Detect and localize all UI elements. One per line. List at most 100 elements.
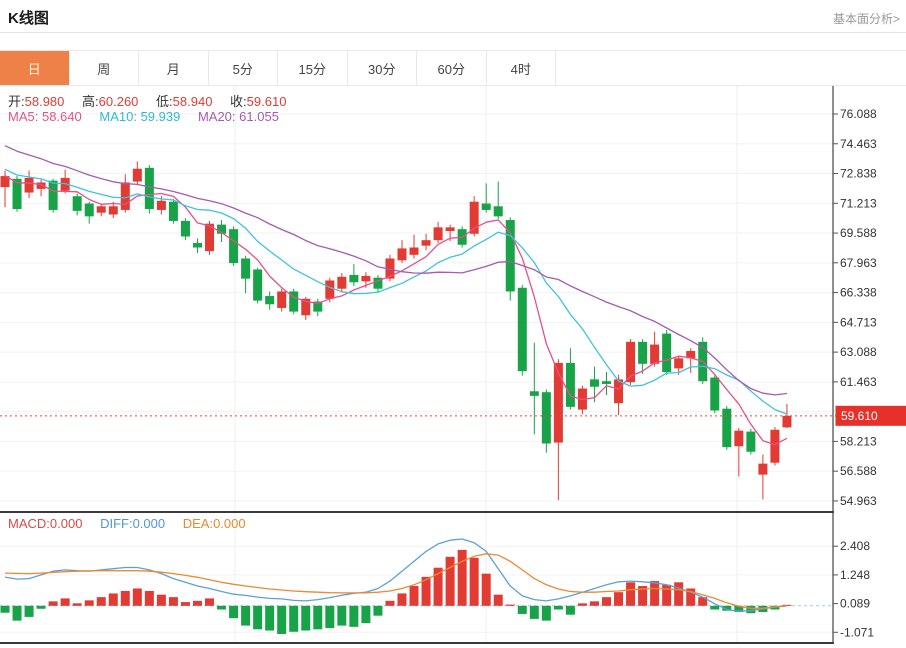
macd-readout: MACD:0.000 DIFF:0.000 DEA:0.000 <box>8 516 260 531</box>
axis-tick-label: 1.248 <box>840 568 870 582</box>
dea-label: DEA: <box>183 516 213 531</box>
axis-tick-label: 0.089 <box>840 597 870 611</box>
candle <box>434 222 443 243</box>
candle <box>397 240 406 263</box>
axis-tick-label: 64.713 <box>840 315 877 329</box>
fundamental-analysis-link[interactable]: 基本面分析> <box>833 10 900 27</box>
candle <box>686 348 695 373</box>
axis-tick-label: 69.588 <box>840 226 877 240</box>
high-label: 高: <box>82 94 99 109</box>
candle <box>662 330 671 375</box>
axis-tick-label: 58.213 <box>840 434 877 448</box>
tab-week[interactable]: 周 <box>70 51 140 85</box>
candle <box>229 226 238 265</box>
candle <box>482 183 491 212</box>
ma10-value: 59.939 <box>141 109 181 124</box>
tab-month[interactable]: 月 <box>139 51 209 85</box>
tab-5min[interactable]: 5分 <box>209 51 279 85</box>
axis-tick-label: 67.963 <box>840 256 877 270</box>
axis-tick-label: 72.838 <box>840 167 877 181</box>
tab-day[interactable]: 日 <box>0 51 70 85</box>
page-title: K线图 <box>8 7 49 28</box>
candle <box>73 193 82 215</box>
low-label: 低: <box>156 94 173 109</box>
chart-frame <box>0 86 834 644</box>
candle <box>337 273 346 292</box>
ma5-line <box>5 176 787 445</box>
candle <box>758 454 767 499</box>
candle <box>121 174 130 212</box>
tab-30min[interactable]: 30分 <box>348 51 418 85</box>
candle <box>277 289 286 312</box>
candle <box>241 256 250 294</box>
candle <box>373 275 382 291</box>
candle <box>734 428 743 477</box>
candle <box>97 204 106 217</box>
candle <box>133 161 142 185</box>
candle <box>602 372 611 395</box>
candle <box>169 199 178 224</box>
candle <box>145 165 154 214</box>
ohlc-readout: 开:58.980 高:60.260 低:58.940 收:59.610 <box>8 91 300 110</box>
axis-tick-label: -1.071 <box>840 625 874 639</box>
candle <box>566 348 575 409</box>
candle <box>25 171 34 198</box>
candle <box>181 218 190 240</box>
candle <box>349 264 358 286</box>
candle <box>542 389 551 452</box>
diff-value: 0.000 <box>133 516 166 531</box>
dea-value: 0.000 <box>213 516 246 531</box>
tab-60min[interactable]: 60分 <box>417 51 487 85</box>
widget-header: K线图 基本面分析> <box>0 0 906 33</box>
axis-tick-label: 76.088 <box>840 107 877 121</box>
current-price-badge: 59.610 <box>836 406 906 426</box>
close-label: 收: <box>230 94 247 109</box>
axis-tick-label: 56.588 <box>840 464 877 478</box>
close-value: 59.610 <box>247 94 287 109</box>
ma5-value: 58.640 <box>42 109 82 124</box>
candle <box>494 182 503 220</box>
candle <box>253 268 262 304</box>
macd-value: 0.000 <box>50 516 83 531</box>
candle <box>410 235 419 259</box>
period-tabbar: 日 周 月 5分 15分 30分 60分 4时 <box>0 50 906 86</box>
axis-tick-label: 66.338 <box>840 286 877 300</box>
candle <box>313 299 322 316</box>
axis-tick-label: 63.088 <box>840 345 877 359</box>
candle <box>722 406 731 450</box>
candle <box>422 234 431 250</box>
candle <box>265 291 274 309</box>
ma20-value: 61.055 <box>239 109 279 124</box>
candle <box>710 375 719 413</box>
candle <box>626 339 635 385</box>
open-label: 开: <box>8 94 25 109</box>
axis-tick-label: 2.408 <box>840 539 870 553</box>
candle <box>49 179 58 213</box>
tab-15min[interactable]: 15分 <box>278 51 348 85</box>
candle <box>770 427 779 465</box>
axis-tick-label: 74.463 <box>840 137 877 151</box>
candle <box>518 285 527 376</box>
kline-chart-canvas[interactable]: 76.088 74.463 72.838 71.213 69.588 67.963 66.3… <box>0 86 906 648</box>
ma-readout: MA5: 58.640 MA10: 59.939 MA20: 61.055 <box>8 109 293 124</box>
tab-4hour[interactable]: 4时 <box>487 51 557 85</box>
diff-label: DIFF: <box>100 516 133 531</box>
macd-histogram <box>1 550 792 634</box>
candle <box>289 289 298 315</box>
open-value: 58.980 <box>25 94 65 109</box>
ma5-label: MA5: <box>8 109 38 124</box>
low-value: 58.940 <box>173 94 213 109</box>
axis-tick-label: 61.463 <box>840 375 877 389</box>
candle <box>650 332 659 367</box>
candle <box>85 202 94 224</box>
candle <box>37 180 46 196</box>
axis-tick-label: 54.963 <box>840 494 877 508</box>
current-price-badge-value: 59.610 <box>841 409 878 423</box>
ma10-label: MA10: <box>99 109 137 124</box>
candle <box>193 238 202 253</box>
axis-tick-label: 71.213 <box>840 196 877 210</box>
candle <box>530 343 539 435</box>
high-value: 60.260 <box>99 94 139 109</box>
chart-area: 76.088 74.463 72.838 71.213 69.588 67.963 66.3… <box>0 86 906 648</box>
macd-label: MACD: <box>8 516 50 531</box>
